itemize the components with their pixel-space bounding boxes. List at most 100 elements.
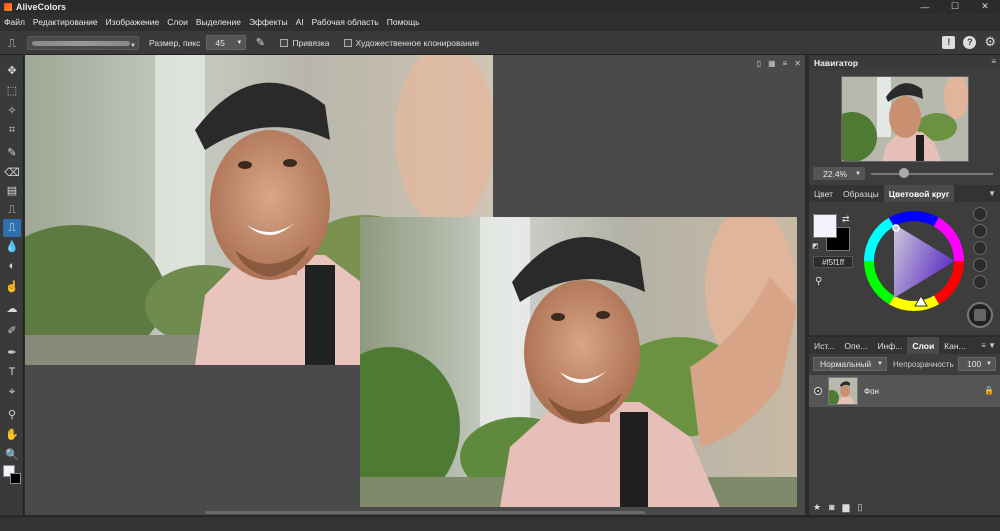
default-colors-icon[interactable]: ◩ [812, 242, 819, 250]
tab-operations[interactable]: Опе... [839, 337, 872, 354]
minimize-button[interactable]: — [910, 0, 940, 13]
hand-tool-icon[interactable]: ✋ [3, 425, 21, 443]
chevron-down-icon[interactable]: ▼ [988, 189, 996, 198]
menu-edit[interactable]: Редактирование [29, 17, 102, 27]
tab-swatches[interactable]: Образцы [838, 185, 884, 202]
panel-menu-icon[interactable]: ≡ ▼ [981, 341, 996, 350]
zoom-tool-icon[interactable]: 🔍 [3, 445, 21, 463]
color-harmony-icon[interactable] [967, 302, 993, 328]
tab-color-wheel[interactable]: Цветовой круг [883, 185, 955, 202]
marquee-tool-icon[interactable]: ⬚ [3, 81, 21, 99]
mode-5-icon[interactable] [973, 275, 987, 289]
mode-4-icon[interactable] [973, 258, 987, 272]
navigator-title: Навигатор [814, 57, 859, 68]
alert-icon[interactable]: ! [942, 35, 956, 49]
layer-row[interactable]: Фон 🔒 [809, 375, 1000, 407]
opacity-input[interactable]: 100 ▼ [958, 357, 996, 371]
close-icon[interactable]: ✕ [794, 59, 801, 68]
eyedropper-tool-icon[interactable]: ⚲ [3, 405, 21, 423]
text-tool-icon[interactable]: T [3, 363, 21, 381]
stamp-tool-icon[interactable]: ⎍ [3, 201, 21, 219]
menu-image[interactable]: Изображение [102, 17, 164, 27]
new-layer-icon[interactable]: ▯ [857, 502, 862, 513]
mode-2-icon[interactable] [973, 224, 987, 238]
eraser-tool-icon[interactable]: ⌫ [3, 163, 21, 181]
color-panel-tabs: Цвет Образцы Цветовой круг ▼ [809, 185, 1000, 202]
brush-preset-picker[interactable]: ▼ [27, 35, 139, 50]
clone-stamp-tool-icon[interactable]: ⎍ [3, 219, 21, 237]
eyedropper-icon[interactable]: ⚲ [815, 276, 822, 287]
menu-effects[interactable]: Эффекты [245, 17, 292, 27]
panel-menu-icon[interactable]: ≡ [991, 57, 996, 66]
blend-mode-select[interactable]: Нормальный ▼ [813, 357, 887, 371]
menu-icon[interactable]: ≡ [783, 59, 788, 68]
blur-tool-icon[interactable]: 💧 [3, 237, 21, 255]
close-button[interactable]: ✕ [970, 0, 1000, 13]
magic-wand-tool-icon[interactable]: ✧ [3, 101, 21, 119]
menu-ai[interactable]: AI [292, 17, 308, 27]
menu-workspace[interactable]: Рабочая область [308, 17, 383, 27]
tab-layers[interactable]: Слои [907, 337, 940, 354]
canvas-area[interactable]: ▯ ▦ ≡ ✕ [25, 55, 805, 515]
layers-panel: Ист... Опе... Инф... Слои Кан... ≡ ▼ Нор… [809, 337, 1000, 515]
zoom-slider-handle[interactable] [899, 168, 909, 178]
brush-settings-icon[interactable]: ✎ [254, 37, 266, 49]
mode-1-icon[interactable] [973, 207, 987, 221]
tab-channels[interactable]: Кан... [939, 337, 970, 354]
active-document-image[interactable] [360, 217, 797, 507]
snap-label: Привязка [292, 37, 330, 48]
background-color-swatch[interactable] [10, 473, 21, 484]
help-icons: ! ? ⚙ [942, 31, 996, 53]
lock-icon[interactable]: 🔒 [984, 386, 994, 395]
color-wheel[interactable] [863, 210, 965, 314]
smudge-tool-icon[interactable]: ☝ [3, 277, 21, 295]
grid-icon[interactable]: ▦ [768, 59, 776, 68]
menu-file[interactable]: Файл [0, 17, 29, 27]
retouch-tool-icon[interactable]: ✐ [3, 321, 21, 339]
pen-tool-icon[interactable]: ✒ [3, 343, 21, 361]
art-clone-label: Художественное клонирование [355, 37, 480, 48]
zoom-slider-track[interactable] [871, 173, 993, 175]
visibility-icon[interactable] [814, 387, 822, 395]
window-controls: — ☐ ✕ [910, 0, 1000, 13]
menu-layers[interactable]: Слои [163, 17, 192, 27]
settings-icon[interactable]: ⚙ [984, 34, 996, 50]
swap-colors-icon[interactable]: ⇄ [842, 214, 850, 225]
add-effect-icon[interactable]: ★ [813, 502, 821, 513]
add-mask-icon[interactable]: ◙ [829, 502, 834, 512]
document-icon[interactable]: ▯ [757, 59, 761, 68]
menu-select[interactable]: Выделение [192, 17, 245, 27]
color-wheel-modes [967, 207, 993, 328]
gradient-tool-icon[interactable]: ▤ [3, 181, 21, 199]
menu-help[interactable]: Помощь [383, 17, 424, 27]
zoom-input[interactable]: 22.4% ▼ [813, 167, 865, 180]
move-tool-icon[interactable]: ✥ [3, 61, 21, 79]
liquify-tool-icon[interactable]: ☁ [3, 299, 21, 317]
opacity-value: 100 [967, 359, 982, 369]
foreground-color-swatch[interactable] [813, 214, 837, 238]
tab-history[interactable]: Ист... [809, 337, 839, 354]
size-value: 45 [215, 37, 225, 48]
layer-name[interactable]: Фон [864, 387, 879, 396]
horizontal-scrollbar[interactable] [205, 511, 645, 514]
navigator-thumbnail[interactable] [841, 76, 969, 162]
mode-3-icon[interactable] [973, 241, 987, 255]
blend-row: Нормальный ▼ Непрозрачность 100 ▼ [809, 354, 1000, 374]
chevron-down-icon: ▼ [855, 170, 861, 177]
brush-tool-icon[interactable]: ✎ [3, 143, 21, 161]
size-input[interactable]: 45 ▼ [206, 35, 247, 50]
document-icons: ▯ ▦ ≡ ✕ [757, 59, 801, 68]
chevron-down-icon: ▼ [236, 39, 243, 46]
new-group-icon[interactable]: ▆ [843, 502, 850, 513]
crop-tool-icon[interactable]: ⌗ [3, 121, 21, 139]
art-clone-checkbox[interactable] [343, 38, 352, 47]
maximize-button[interactable]: ☐ [940, 0, 970, 13]
snap-checkbox[interactable] [280, 38, 289, 47]
path-tool-icon[interactable]: ⌖ [3, 383, 21, 401]
hex-color-field[interactable]: #f5f1ff [813, 256, 853, 268]
menu-bar: Файл Редактирование Изображение Слои Выд… [0, 13, 1000, 31]
tab-info[interactable]: Инф... [872, 337, 907, 354]
tab-color[interactable]: Цвет [809, 185, 838, 202]
dodge-tool-icon[interactable]: ◐ [3, 257, 21, 275]
help-icon[interactable]: ? [963, 35, 977, 49]
